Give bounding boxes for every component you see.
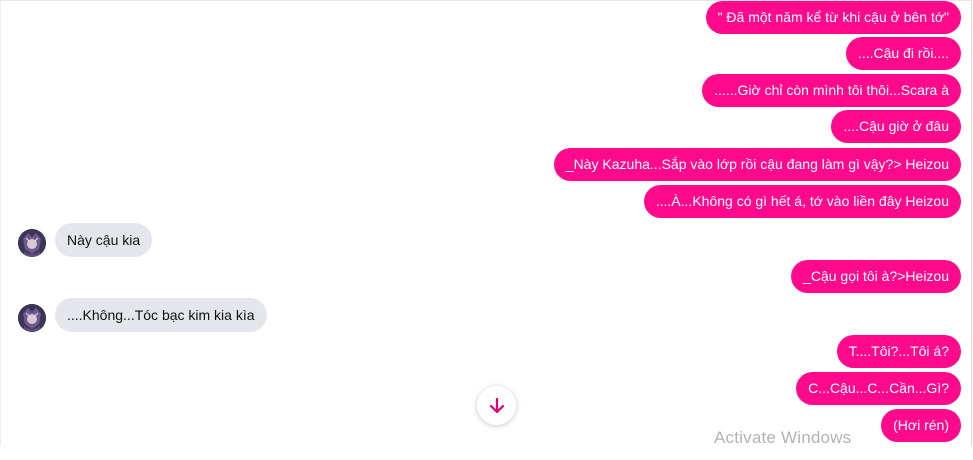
message-outgoing[interactable]: " Đã một năm kể từ khi cậu ở bên tớ" (705, 1, 961, 34)
message-outgoing[interactable]: C...Cậu...C...Cần...Gì? (796, 372, 961, 405)
message-outgoing[interactable]: ....À...Không có gì hết á, tớ vào liền đ… (643, 185, 961, 218)
message-incoming[interactable]: ....Không...Tóc bạc kim kia kìa (55, 298, 267, 332)
message-outgoing[interactable]: ......Giờ chỉ còn mình tôi thôi...Scara … (702, 74, 961, 107)
chat-window: " Đã một năm kể từ khi cậu ở bên tớ" ...… (0, 0, 972, 446)
message-outgoing[interactable]: ....Cậu giờ ở đâu (831, 110, 961, 143)
message-outgoing[interactable]: _Này Kazuha...Sắp vào lớp rồi cậu đang l… (553, 148, 961, 181)
message-incoming[interactable]: Này cậu kia (55, 223, 153, 257)
message-outgoing[interactable]: ....Cậu đi rồi.... (845, 37, 961, 70)
scroll-to-bottom-button[interactable] (477, 386, 516, 425)
message-outgoing[interactable]: (Hơi rén) (881, 409, 961, 442)
message-outgoing[interactable]: _Cậu gọi tôi à?>Heizou (791, 260, 961, 293)
activate-windows-watermark: Activate Windows (714, 428, 852, 447)
arrow-down-icon (489, 397, 504, 413)
contact-avatar[interactable] (18, 229, 46, 257)
contact-avatar[interactable] (18, 304, 46, 332)
message-outgoing[interactable]: T....Tôi?...Tôi á? (836, 335, 961, 368)
